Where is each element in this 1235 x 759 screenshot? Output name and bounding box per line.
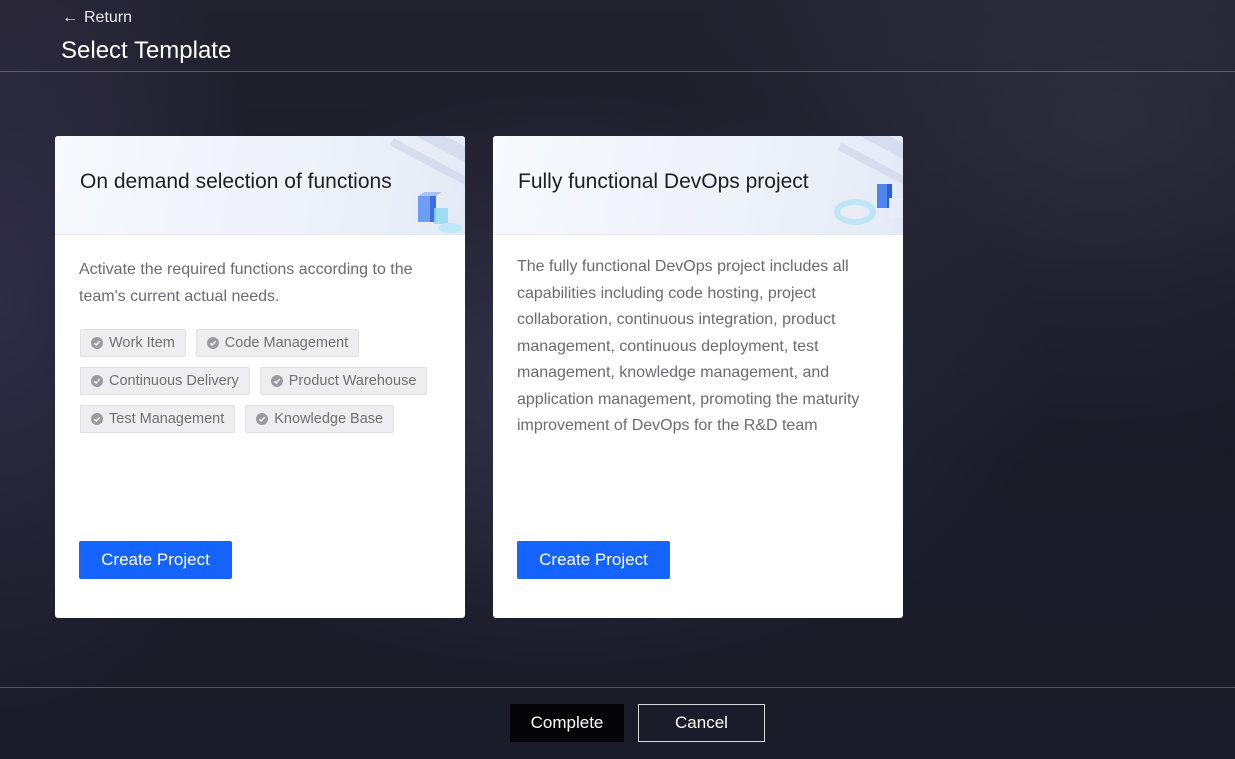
template-card-on-demand[interactable]: On demand selection of functions Activat…: [55, 136, 465, 618]
check-circle-icon: [91, 375, 103, 387]
check-circle-icon: [91, 337, 103, 349]
card-title: Fully functional DevOps project: [518, 170, 809, 193]
check-circle-icon: [91, 413, 103, 425]
page-footer: Complete Cancel: [0, 687, 1235, 759]
page-title: Select Template: [61, 37, 232, 64]
template-card-full-devops[interactable]: Fully functional DevOps project The full…: [493, 136, 903, 618]
check-circle-icon: [206, 337, 219, 349]
check-circle-icon: [270, 375, 283, 387]
card-description: Activate the required functions accordin…: [79, 261, 413, 305]
page-header: ← Return Select Template: [0, 0, 1235, 72]
feature-tag-label: Continuous Delivery: [109, 373, 239, 389]
feature-tag: Test Management: [80, 405, 236, 433]
feature-tag-list: Work Item Code Management Continuous Del…: [80, 329, 450, 433]
complete-button[interactable]: Complete: [510, 704, 624, 742]
blocks-illustration-icon: [418, 192, 462, 233]
feature-tag-label: Work Item: [109, 335, 175, 351]
arrow-left-icon: ←: [62, 9, 78, 26]
return-link[interactable]: ← Return: [62, 9, 132, 27]
card-header: On demand selection of functions: [55, 136, 465, 235]
feature-tag-label: Test Management: [109, 411, 225, 427]
check-circle-icon: [256, 413, 269, 425]
create-project-button[interactable]: Create Project: [79, 541, 232, 579]
blocks-illustration-icon: [834, 184, 903, 225]
feature-tag-label: Knowledge Base: [274, 411, 384, 427]
feature-tag: Work Item: [80, 329, 186, 357]
feature-tag: Continuous Delivery: [80, 367, 250, 395]
return-label: Return: [84, 9, 133, 26]
card-description: The fully functional DevOps project incl…: [517, 258, 860, 434]
feature-tag-label: Product Warehouse: [288, 373, 417, 389]
create-project-button[interactable]: Create Project: [517, 541, 670, 579]
card-header: Fully functional DevOps project: [493, 136, 903, 235]
feature-tag: Code Management: [195, 329, 360, 357]
card-title: On demand selection of functions: [80, 170, 392, 193]
cancel-button[interactable]: Cancel: [638, 704, 765, 742]
feature-tag: Product Warehouse: [259, 367, 428, 395]
feature-tag-label: Code Management: [224, 335, 349, 351]
feature-tag: Knowledge Base: [245, 405, 395, 433]
